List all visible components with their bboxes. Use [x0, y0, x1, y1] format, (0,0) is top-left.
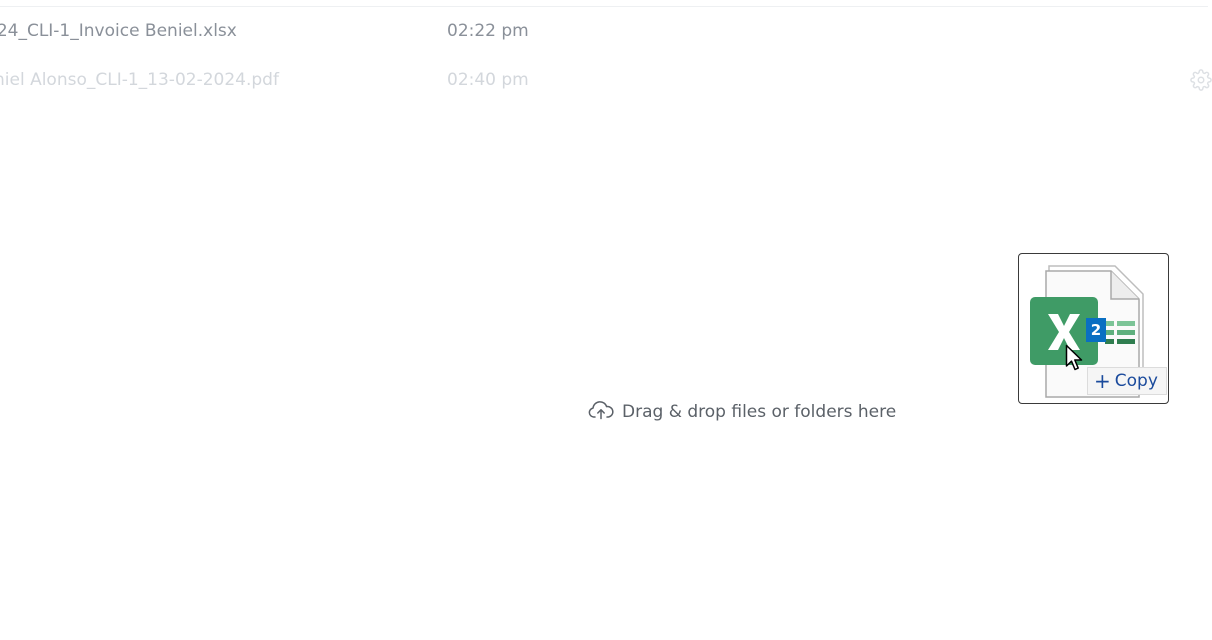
file-manager-page: 024_CLI-1_Invoice Beniel.xlsx 02:22 pm n… [0, 0, 1212, 640]
file-row[interactable]: niel Alonso_CLI-1_13-02-2024.pdf 02:40 p… [0, 60, 1212, 100]
file-name[interactable]: niel Alonso_CLI-1_13-02-2024.pdf [0, 60, 279, 100]
dropzone-label: Drag & drop files or folders here [622, 402, 897, 422]
drag-count-badge: 2 [1086, 318, 1106, 342]
copy-label: Copy [1114, 371, 1158, 391]
gear-icon[interactable] [1190, 69, 1212, 91]
cloud-upload-icon [588, 399, 614, 425]
copy-tooltip: + Copy [1087, 367, 1167, 395]
file-row[interactable]: 024_CLI-1_Invoice Beniel.xlsx 02:22 pm [0, 11, 1212, 51]
drag-preview: 2 + Copy [1018, 253, 1169, 404]
top-divider [0, 6, 1208, 7]
file-name[interactable]: 024_CLI-1_Invoice Beniel.xlsx [0, 11, 237, 51]
mouse-cursor-icon [1065, 344, 1083, 371]
file-time: 02:22 pm [447, 21, 529, 41]
dropzone[interactable]: Drag & drop files or folders here [588, 398, 896, 426]
plus-icon: + [1094, 369, 1111, 393]
file-time: 02:40 pm [447, 70, 529, 90]
